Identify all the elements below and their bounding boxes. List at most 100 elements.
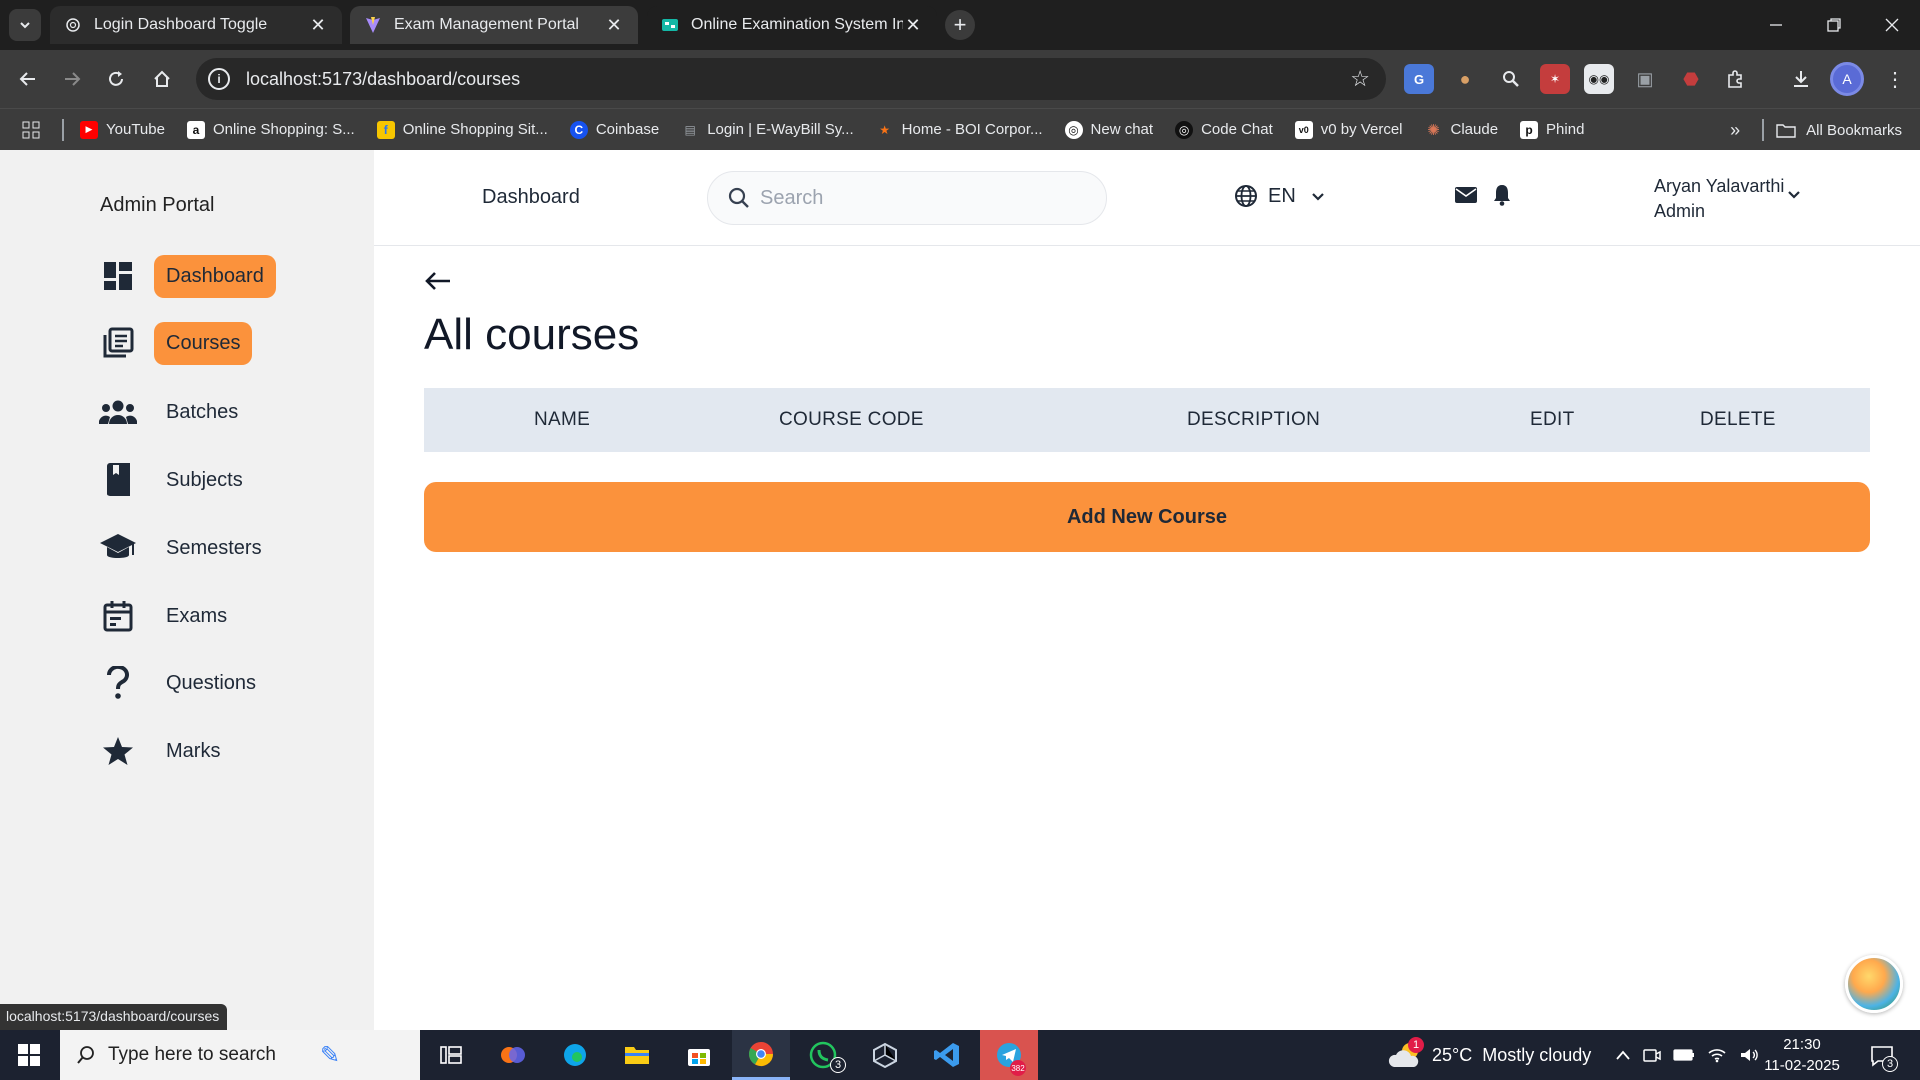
shield-extension-icon[interactable]: ⬣ (1676, 64, 1706, 94)
search-icon (728, 187, 749, 208)
search-placeholder: Search (760, 186, 824, 209)
forward-button[interactable] (56, 63, 88, 95)
search-extension-icon[interactable] (1496, 64, 1526, 94)
bookmark-boi[interactable]: ★ Home - BOI Corpor... (876, 121, 1042, 139)
edge-icon[interactable] (546, 1030, 604, 1080)
glasses-extension-icon[interactable]: ◉◉ (1584, 64, 1614, 94)
ewaybill-icon: ▤ (684, 122, 696, 137)
telegram-icon[interactable]: 382 (980, 1030, 1038, 1080)
search-input[interactable]: Search (707, 171, 1107, 225)
close-icon[interactable]: ✕ (308, 15, 328, 36)
bookmark-amazon[interactable]: a Online Shopping: S... (186, 120, 355, 139)
new-tab-button[interactable]: + (945, 10, 975, 40)
battery-icon[interactable] (1673, 1048, 1695, 1062)
address-url[interactable]: localhost:5173/dashboard/courses (246, 69, 1350, 90)
sidebar-item-subjects[interactable]: Subjects (98, 455, 255, 505)
browser-tab-online-exam[interactable]: Online Examination System Insi ✕ (647, 6, 937, 44)
bookmark-claude[interactable]: ✺ Claude (1425, 121, 1498, 139)
bookmark-new-chat[interactable]: ◎ New chat (1064, 120, 1153, 139)
chevrons-right-icon[interactable]: » (1730, 120, 1740, 141)
sidebar-item-label: Dashboard (154, 254, 276, 298)
whatsapp-icon[interactable]: 3 (794, 1030, 852, 1080)
camera-icon[interactable] (1643, 1047, 1661, 1063)
browser-tab-exam-portal[interactable]: Exam Management Portal ✕ (350, 6, 638, 44)
address-bar[interactable]: i localhost:5173/dashboard/courses ☆ (196, 58, 1386, 100)
file-explorer-icon[interactable] (608, 1030, 666, 1080)
taskbar-search-input[interactable]: Type here to search ✎ (60, 1030, 420, 1080)
bookmark-v0[interactable]: v0 v0 by Vercel (1294, 120, 1403, 139)
system-tray (1615, 1030, 1759, 1080)
translate-extension-icon[interactable]: G (1404, 64, 1434, 94)
home-button[interactable] (146, 63, 178, 95)
restore-button[interactable] (1806, 0, 1862, 50)
reload-icon (109, 71, 123, 86)
minimize-button[interactable] (1748, 0, 1804, 50)
add-new-course-button[interactable]: Add New Course (424, 482, 1870, 552)
microsoft-store-icon[interactable] (670, 1030, 728, 1080)
v0-icon: v0 (1294, 120, 1313, 139)
sidebar-item-exams[interactable]: Exams (98, 591, 239, 641)
bookmark-flipkart[interactable]: f Online Shopping Sit... (376, 120, 548, 139)
column-header-name: NAME (534, 409, 591, 430)
bookmark-youtube[interactable]: ▶ YouTube (80, 120, 165, 139)
close-icon (1885, 18, 1899, 32)
recorder-extension-icon[interactable]: ✶ (1540, 64, 1570, 94)
cookie-extension-icon[interactable]: ● (1450, 64, 1480, 94)
wifi-icon[interactable] (1707, 1047, 1727, 1063)
sidebar-item-batches[interactable]: Batches (98, 387, 250, 437)
browser-tab-bar: Login Dashboard Toggle ✕ Exam Management… (0, 0, 1920, 50)
clock[interactable]: 21:30 11-02-2025 (1762, 1034, 1842, 1076)
minimize-icon (1770, 24, 1782, 26)
sidebar: Admin Portal Dashboard Courses Batches S… (0, 150, 374, 1030)
vscode-icon[interactable] (918, 1030, 976, 1080)
unity-icon[interactable] (856, 1030, 914, 1080)
bookmark-ewaybill[interactable]: ▤ Login | E-WayBill Sy... (681, 121, 854, 139)
bell-icon[interactable] (1492, 184, 1512, 206)
language-selector[interactable]: EN (1234, 184, 1326, 208)
user-role: Admin (1654, 201, 1706, 221)
sidebar-item-dashboard[interactable]: Dashboard (98, 251, 276, 301)
copilot-icon[interactable] (484, 1030, 542, 1080)
floating-assistant-avatar[interactable] (1845, 955, 1903, 1013)
reload-button[interactable] (100, 63, 132, 95)
sidebar-item-questions[interactable]: Questions (98, 658, 268, 708)
start-button[interactable] (0, 1030, 58, 1080)
sidebar-item-label: Exams (166, 604, 228, 627)
back-button[interactable] (12, 63, 44, 95)
back-arrow-button[interactable] (424, 270, 452, 297)
volume-icon[interactable] (1739, 1047, 1759, 1063)
star-icon[interactable]: ☆ (1350, 66, 1370, 92)
browser-tab-login-dashboard[interactable]: Login Dashboard Toggle ✕ (50, 6, 342, 44)
all-bookmarks-button[interactable]: All Bookmarks (1776, 122, 1902, 139)
robot-extension-icon[interactable]: ▣ (1630, 64, 1660, 94)
search-icon (77, 1046, 94, 1064)
tab-search-button[interactable] (9, 9, 41, 41)
browser-toolbar: i localhost:5173/dashboard/courses ☆ G ●… (0, 50, 1920, 108)
sidebar-item-courses[interactable]: Courses (98, 318, 253, 368)
site-info-icon[interactable]: i (208, 68, 230, 90)
chevron-down-icon[interactable] (1786, 186, 1802, 207)
chevron-up-icon[interactable] (1615, 1049, 1631, 1061)
extensions-puzzle-icon[interactable] (1720, 64, 1750, 94)
notification-badge: 3 (1882, 1056, 1898, 1072)
kebab-menu-icon[interactable]: ⋮ (1880, 64, 1910, 94)
close-icon[interactable]: ✕ (903, 15, 923, 36)
task-view-icon[interactable] (422, 1030, 480, 1080)
mail-icon[interactable] (1454, 185, 1478, 205)
subjects-icon (98, 460, 138, 500)
close-window-button[interactable] (1864, 0, 1920, 50)
user-menu[interactable]: Aryan Yalavarthi Admin (1654, 174, 1784, 224)
sidebar-item-semesters[interactable]: Semesters (98, 523, 274, 573)
profile-avatar[interactable]: A (1830, 62, 1864, 96)
chrome-icon[interactable] (732, 1030, 790, 1080)
bookmark-coinbase[interactable]: C Coinbase (569, 120, 659, 139)
apps-icon[interactable] (22, 121, 40, 139)
bookmark-phind[interactable]: p Phind (1520, 120, 1584, 139)
notification-center-button[interactable]: 3 (1866, 1040, 1898, 1072)
bookmark-code-chat[interactable]: ◎ Code Chat (1175, 120, 1273, 139)
close-icon[interactable]: ✕ (604, 15, 624, 36)
download-icon[interactable] (1786, 64, 1816, 94)
restore-icon (1827, 18, 1841, 32)
weather-widget[interactable]: 1 25°C Mostly cloudy (1388, 1030, 1591, 1080)
sidebar-item-marks[interactable]: Marks (98, 726, 232, 776)
